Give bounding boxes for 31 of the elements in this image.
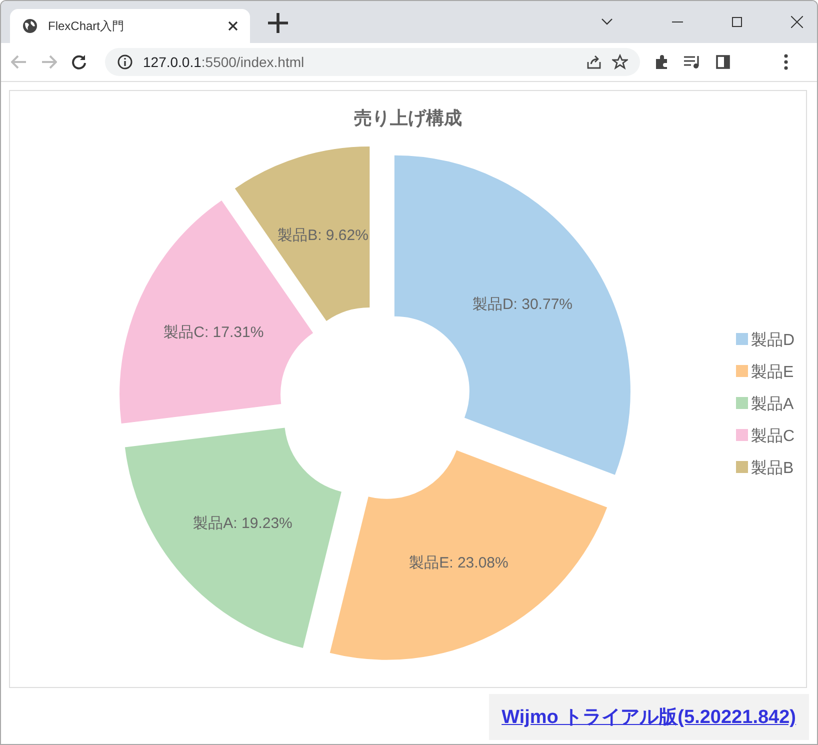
maximize-icon[interactable] (732, 17, 742, 27)
slice-label: 製品D: 30.77% (472, 296, 572, 313)
address-bar[interactable]: 127.0.0.1:5500/index.html (105, 48, 640, 76)
globe-icon (22, 18, 38, 34)
legend-label: 製品C (751, 428, 795, 445)
legend-label: 製品E (751, 364, 794, 381)
playlist-icon[interactable] (684, 55, 702, 69)
new-tab-icon[interactable] (268, 13, 288, 33)
slice-label: 製品B: 9.62% (278, 227, 368, 244)
legend-label: 製品D (751, 332, 795, 349)
menu-icon[interactable] (784, 54, 788, 70)
trial-version-link[interactable]: Wijmo トライアル版(5.20221.842) (502, 707, 796, 728)
minimize-icon[interactable] (672, 21, 683, 23)
puzzle-icon[interactable] (654, 54, 670, 70)
slice-label: 製品A: 19.23% (193, 515, 292, 532)
browser-tab[interactable]: FlexChart入門 (10, 9, 250, 43)
legend-label: 製品B (751, 460, 794, 477)
reload-icon[interactable] (71, 54, 87, 70)
side-panel-icon[interactable] (716, 55, 730, 69)
share-icon[interactable] (586, 54, 602, 70)
url-text: 127.0.0.1:5500/index.html (143, 54, 306, 70)
tab-title: FlexChart入門 (48, 18, 126, 34)
info-icon[interactable] (117, 54, 133, 70)
slice-label: 製品E: 23.08% (409, 554, 508, 572)
chart-title: 売り上げ構成 (354, 108, 462, 128)
close-icon[interactable] (791, 16, 803, 28)
star-icon[interactable] (612, 54, 628, 70)
close-icon[interactable] (228, 21, 238, 31)
slice-label: 製品C: 17.31% (164, 324, 264, 341)
legend-label: 製品A (751, 396, 794, 413)
chevron-down-icon[interactable] (601, 18, 613, 26)
